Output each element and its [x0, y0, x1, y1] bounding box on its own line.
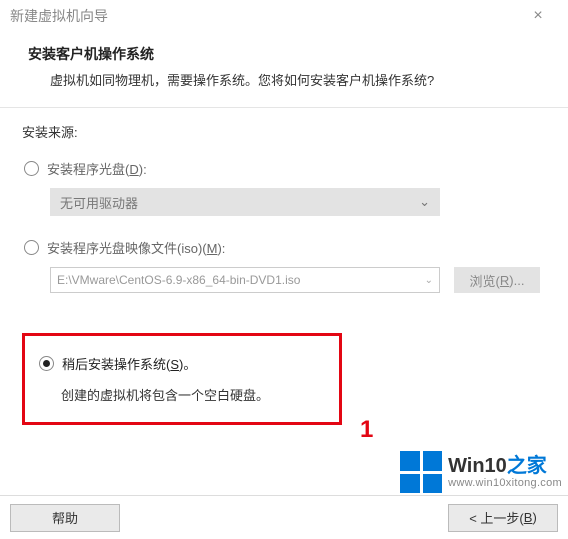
watermark-text: Win10之家 www.win10xitong.com: [448, 455, 562, 489]
radio-iso-file[interactable]: 安装程序光盘映像文件(iso)(M):: [24, 238, 546, 257]
highlight-box: 稍后安装操作系统(S)。 创建的虚拟机将包含一个空白硬盘。: [22, 333, 342, 425]
radio-disc-label: 安装程序光盘(D):: [47, 159, 147, 178]
install-later-description: 创建的虚拟机将包含一个空白硬盘。: [61, 385, 325, 404]
watermark-brand: Win10之家: [448, 455, 562, 477]
header-subtitle: 虚拟机如同物理机，需要操作系统。您将如何安装客户机操作系统?: [28, 70, 540, 89]
radio-later-label: 稍后安装操作系统(S)。: [62, 354, 196, 373]
radio-installer-disc[interactable]: 安装程序光盘(D):: [24, 159, 546, 178]
wizard-footer: 帮助 < 上一步(B): [0, 495, 568, 539]
radio-icon: [24, 161, 39, 176]
annotation-marker-1: 1: [360, 416, 373, 444]
close-icon[interactable]: ×: [518, 7, 558, 25]
radio-icon: [24, 240, 39, 255]
radio-iso-label: 安装程序光盘映像文件(iso)(M):: [47, 238, 225, 257]
iso-row: E:\VMware\CentOS-6.9-x86_64-bin-DVD1.iso…: [50, 267, 546, 293]
chevron-down-icon: ⌄: [425, 275, 433, 286]
install-source-label: 安装来源:: [22, 122, 546, 141]
iso-path-value: E:\VMware\CentOS-6.9-x86_64-bin-DVD1.iso: [57, 273, 300, 287]
radio-install-later[interactable]: 稍后安装操作系统(S)。: [39, 354, 325, 373]
help-button[interactable]: 帮助: [10, 504, 120, 532]
window-title: 新建虚拟机向导: [10, 6, 518, 26]
chevron-down-icon: ⌄: [419, 194, 430, 210]
wizard-body: 安装来源: 安装程序光盘(D): 无可用驱动器 ⌄ 安装程序光盘映像文件(iso…: [0, 108, 568, 435]
iso-path-combobox[interactable]: E:\VMware\CentOS-6.9-x86_64-bin-DVD1.iso…: [50, 267, 440, 293]
watermark-url: www.win10xitong.com: [448, 477, 562, 489]
titlebar: 新建虚拟机向导 ×: [0, 0, 568, 32]
wizard-header: 安装客户机操作系统 虚拟机如同物理机，需要操作系统。您将如何安装客户机操作系统?: [0, 32, 568, 107]
windows-logo-icon: [400, 451, 442, 493]
browse-button[interactable]: 浏览(R)...: [454, 267, 540, 293]
disc-drive-dropdown[interactable]: 无可用驱动器 ⌄: [50, 188, 440, 216]
radio-icon: [39, 356, 54, 371]
header-title: 安装客户机操作系统: [28, 44, 540, 64]
watermark: Win10之家 www.win10xitong.com: [400, 451, 562, 493]
dropdown-value: 无可用驱动器: [60, 193, 138, 212]
back-button[interactable]: < 上一步(B): [448, 504, 558, 532]
